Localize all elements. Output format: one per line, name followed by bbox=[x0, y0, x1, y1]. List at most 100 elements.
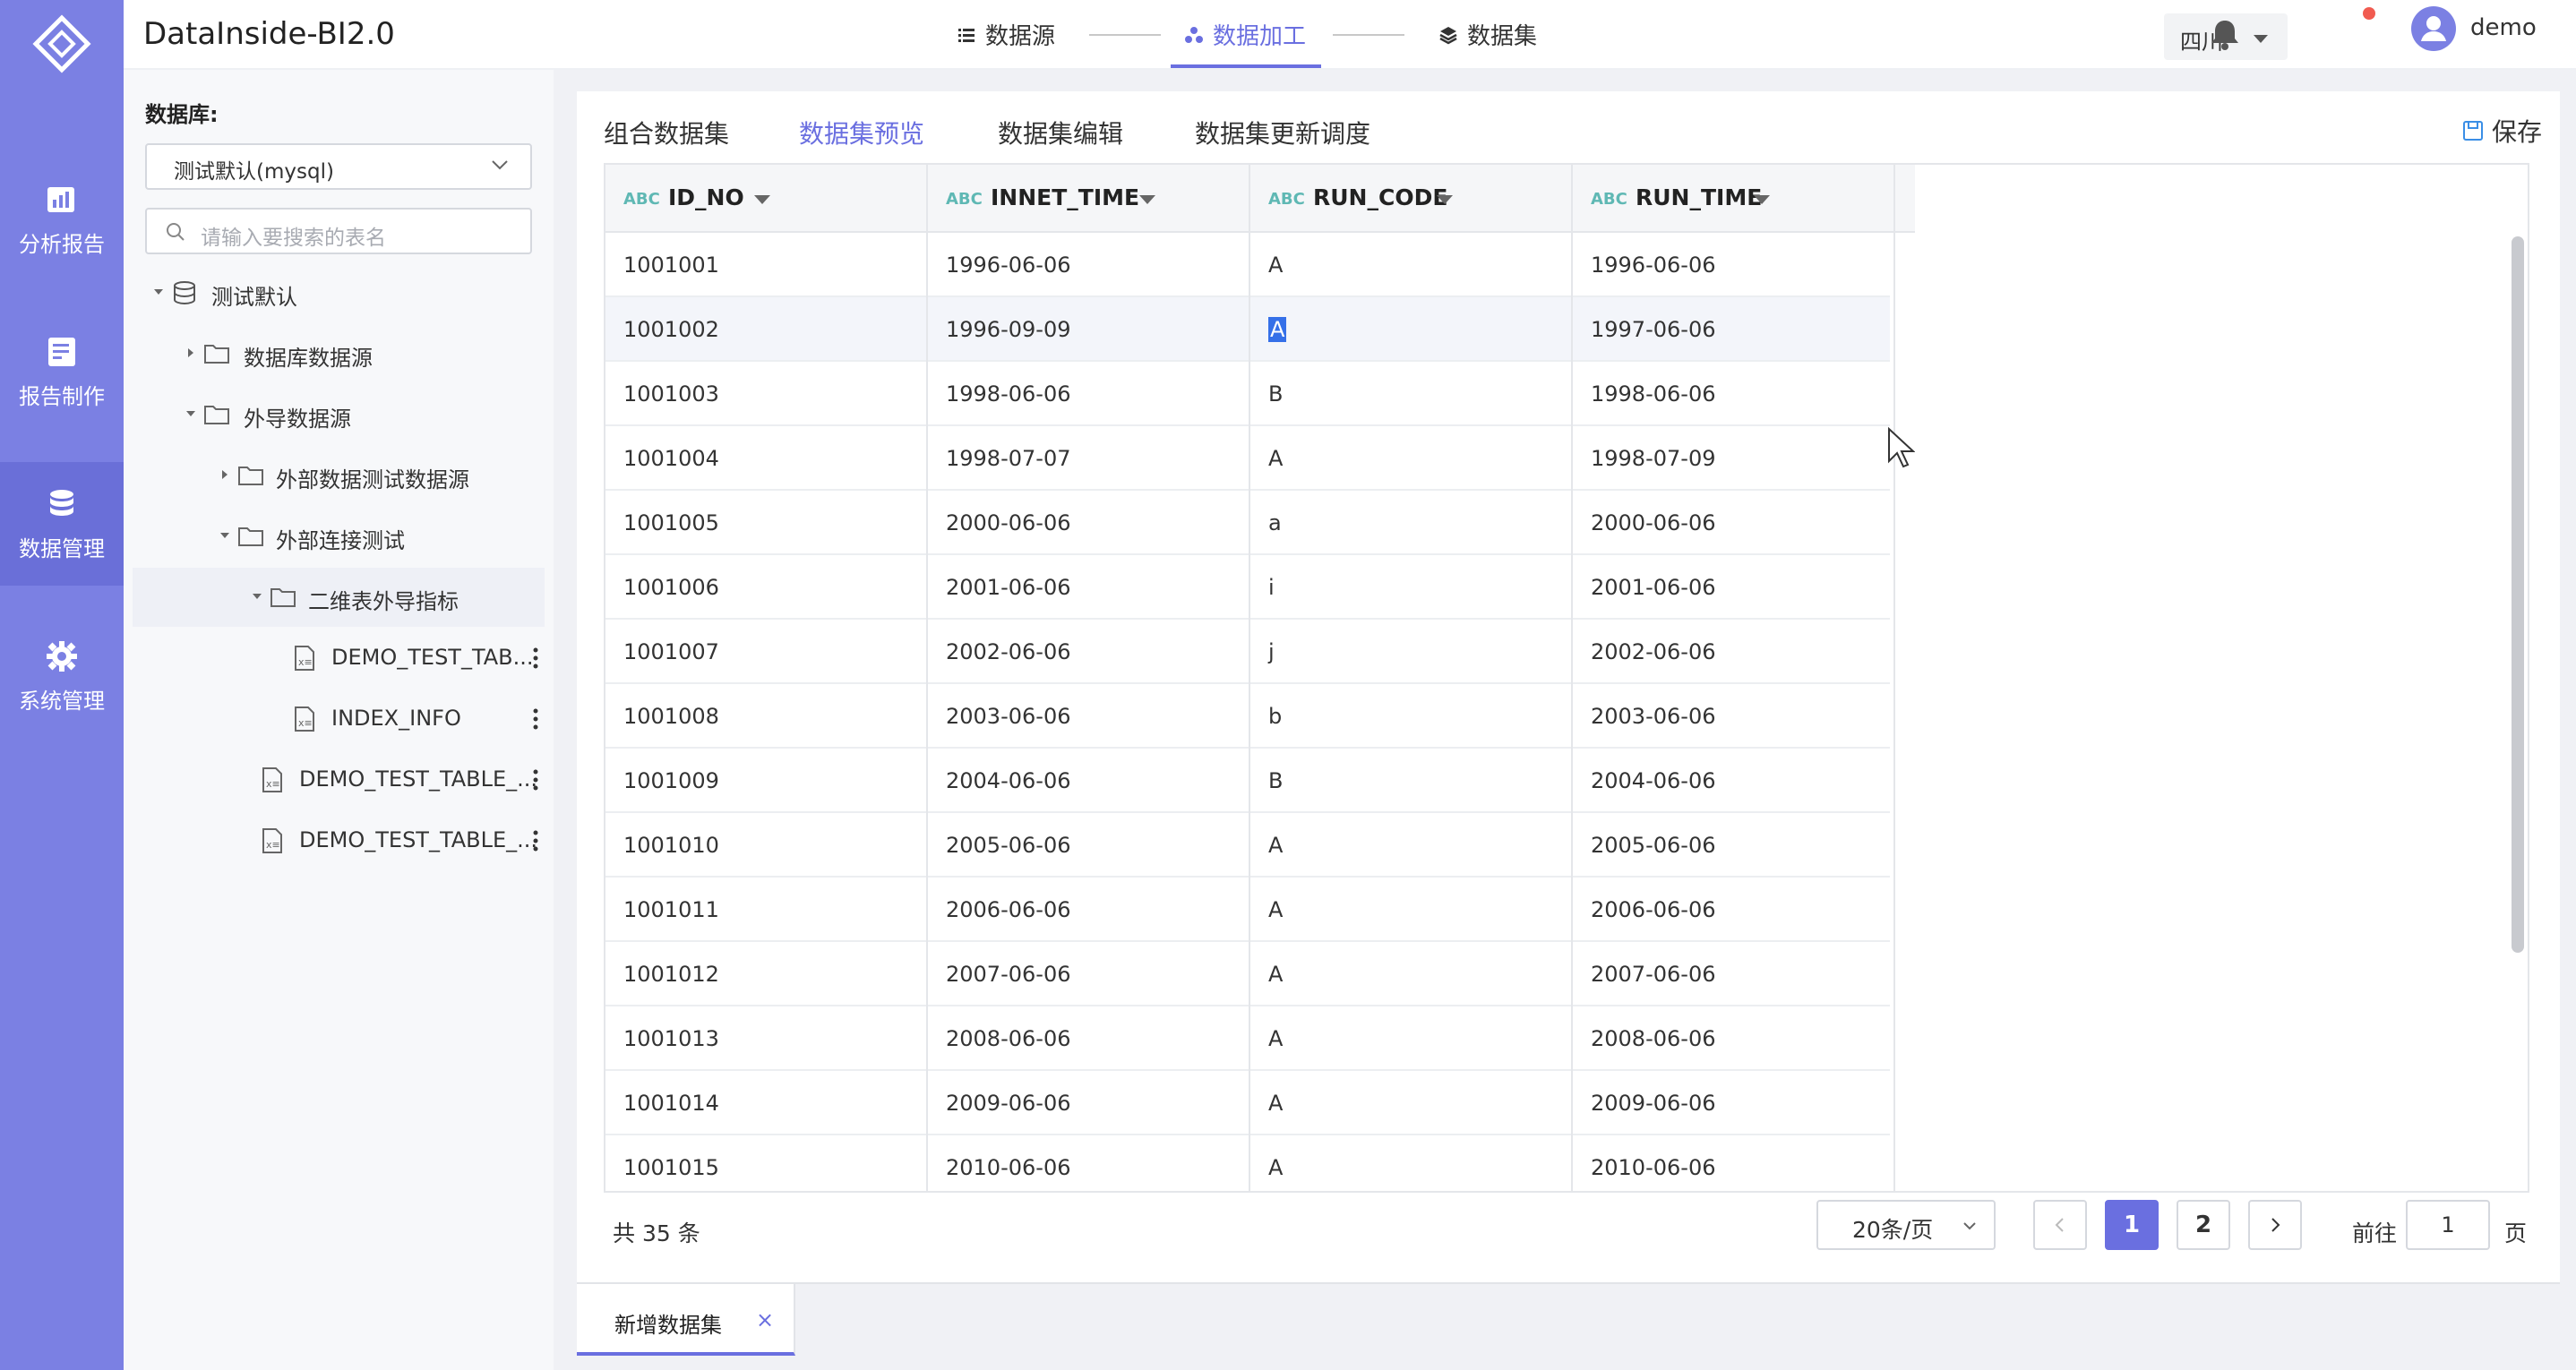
tree-node-table[interactable]: x≡ DEMO_TEST_TAB... bbox=[133, 629, 545, 688]
rail-item-data-management[interactable]: 数据管理 bbox=[0, 462, 124, 586]
table-row[interactable]: 1001008 2003-06-06 b 2003-06-06 bbox=[605, 684, 1895, 749]
caret-down-icon[interactable] bbox=[1139, 195, 1155, 204]
tree-node-folder-selected[interactable]: 二维表外导指标 bbox=[133, 568, 545, 627]
page-button-2[interactable]: 2 bbox=[2177, 1200, 2230, 1250]
table-cell[interactable]: 2005-06-06 bbox=[1573, 813, 1895, 878]
table-cell[interactable]: 1001008 bbox=[605, 684, 928, 749]
page-size-select[interactable]: 20条/页 bbox=[1816, 1200, 1996, 1250]
table-row[interactable]: 1001006 2001-06-06 i 2001-06-06 bbox=[605, 555, 1895, 620]
table-search-input[interactable]: 请输入要搜索的表名 bbox=[145, 208, 532, 254]
close-icon[interactable]: × bbox=[756, 1307, 774, 1332]
table-cell[interactable]: b bbox=[1250, 684, 1573, 749]
table-cell[interactable]: i bbox=[1250, 555, 1573, 620]
table-cell[interactable]: 2003-06-06 bbox=[1573, 684, 1895, 749]
table-cell[interactable]: 1001014 bbox=[605, 1071, 928, 1135]
avatar[interactable] bbox=[2411, 6, 2456, 51]
table-cell[interactable]: 1001001 bbox=[605, 233, 928, 297]
table-cell[interactable]: 2001-06-06 bbox=[1573, 555, 1895, 620]
tab-dataset-preview[interactable]: 数据集预览 bbox=[799, 115, 924, 150]
table-cell[interactable]: A bbox=[1250, 878, 1573, 942]
table-cell[interactable]: 1001009 bbox=[605, 749, 928, 813]
more-vertical-icon[interactable] bbox=[532, 645, 539, 672]
column-header-run-time[interactable]: ABC RUN_TIME bbox=[1573, 165, 1895, 233]
tab-update-schedule[interactable]: 数据集更新调度 bbox=[1195, 115, 1370, 150]
table-row[interactable]: 1001005 2000-06-06 a 2000-06-06 bbox=[605, 491, 1895, 555]
save-button[interactable]: 保存 bbox=[2461, 113, 2542, 149]
table-cell[interactable]: a bbox=[1250, 491, 1573, 555]
table-cell[interactable]: A bbox=[1250, 813, 1573, 878]
table-cell[interactable]: j bbox=[1250, 620, 1573, 684]
table-cell[interactable]: A bbox=[1250, 426, 1573, 491]
table-cell[interactable]: 1998-06-06 bbox=[928, 362, 1250, 426]
table-cell[interactable]: A bbox=[1250, 1071, 1573, 1135]
table-cell[interactable]: 2009-06-06 bbox=[1573, 1071, 1895, 1135]
table-row[interactable]: 1001002 1996-09-09 A 1997-06-06 bbox=[605, 297, 1895, 362]
table-cell[interactable]: 2008-06-06 bbox=[1573, 1006, 1895, 1071]
table-cell[interactable]: 1001003 bbox=[605, 362, 928, 426]
bell-icon[interactable] bbox=[2207, 16, 2243, 52]
table-cell[interactable]: 1998-06-06 bbox=[1573, 362, 1895, 426]
table-cell[interactable]: B bbox=[1250, 749, 1573, 813]
table-cell[interactable]: 2010-06-06 bbox=[928, 1135, 1250, 1191]
username[interactable]: demo bbox=[2470, 14, 2537, 41]
rail-item-report-edit[interactable]: 报告制作 bbox=[0, 310, 124, 433]
tree-node-folder[interactable]: 数据库数据源 bbox=[133, 324, 545, 383]
tab-combined-dataset[interactable]: 组合数据集 bbox=[604, 115, 729, 150]
table-cell[interactable]: 2002-06-06 bbox=[928, 620, 1250, 684]
table-row[interactable]: 1001007 2002-06-06 j 2002-06-06 bbox=[605, 620, 1895, 684]
caret-down-icon[interactable] bbox=[1437, 195, 1453, 204]
table-cell[interactable]: 2000-06-06 bbox=[928, 491, 1250, 555]
caret-down-icon[interactable] bbox=[154, 289, 163, 295]
database-select[interactable]: 测试默认(mysql) bbox=[145, 143, 532, 190]
caret-down-icon[interactable] bbox=[754, 195, 770, 204]
caret-right-icon[interactable] bbox=[188, 348, 193, 357]
tree-node-table[interactable]: x≡ DEMO_TEST_TABLE_... bbox=[133, 750, 545, 809]
caret-down-icon[interactable] bbox=[1754, 195, 1770, 204]
caret-down-icon[interactable] bbox=[186, 411, 195, 416]
table-cell[interactable]: 2007-06-06 bbox=[928, 942, 1250, 1006]
table-cell[interactable]: 2010-06-06 bbox=[1573, 1135, 1895, 1191]
table-row[interactable]: 1001012 2007-06-06 A 2007-06-06 bbox=[605, 942, 1895, 1006]
table-cell[interactable]: A bbox=[1250, 297, 1573, 362]
table-cell[interactable]: 2008-06-06 bbox=[928, 1006, 1250, 1071]
table-cell[interactable]: B bbox=[1250, 362, 1573, 426]
table-cell[interactable]: A bbox=[1250, 1006, 1573, 1071]
more-vertical-icon[interactable] bbox=[532, 766, 539, 793]
table-cell[interactable]: 2004-06-06 bbox=[928, 749, 1250, 813]
next-page-button[interactable] bbox=[2248, 1200, 2302, 1250]
bottom-tab-new-dataset[interactable]: 新增数据集 × bbox=[577, 1284, 795, 1356]
step-data-source[interactable]: 数据源 bbox=[957, 18, 1055, 51]
prev-page-button[interactable] bbox=[2033, 1200, 2087, 1250]
table-cell[interactable]: 1998-07-09 bbox=[1573, 426, 1895, 491]
tree-node-table[interactable]: x≡ DEMO_TEST_TABLE_... bbox=[133, 811, 545, 870]
table-cell[interactable]: 1001006 bbox=[605, 555, 928, 620]
tree-node-folder[interactable]: 外部数据测试数据源 bbox=[133, 446, 545, 505]
table-row[interactable]: 1001011 2006-06-06 A 2006-06-06 bbox=[605, 878, 1895, 942]
table-row[interactable]: 1001003 1998-06-06 B 1998-06-06 bbox=[605, 362, 1895, 426]
table-cell[interactable]: 1001011 bbox=[605, 878, 928, 942]
tree-node-folder[interactable]: 外部连接测试 bbox=[133, 507, 545, 566]
table-row[interactable]: 1001015 2010-06-06 A 2010-06-06 bbox=[605, 1135, 1895, 1191]
column-header-id-no[interactable]: ABC ID_NO bbox=[605, 165, 928, 233]
table-cell[interactable]: 2003-06-06 bbox=[928, 684, 1250, 749]
table-row[interactable]: 1001013 2008-06-06 A 2008-06-06 bbox=[605, 1006, 1895, 1071]
column-header-run-code[interactable]: ABC RUN_CODE bbox=[1250, 165, 1573, 233]
table-row[interactable]: 1001009 2004-06-06 B 2004-06-06 bbox=[605, 749, 1895, 813]
table-cell[interactable]: 1996-06-06 bbox=[1573, 233, 1895, 297]
page-button-1[interactable]: 1 bbox=[2105, 1200, 2159, 1250]
table-cell[interactable]: 1001002 bbox=[605, 297, 928, 362]
table-cell[interactable]: 1001010 bbox=[605, 813, 928, 878]
caret-right-icon[interactable] bbox=[222, 470, 228, 479]
column-header-innet-time[interactable]: ABC INNET_TIME bbox=[928, 165, 1250, 233]
table-row[interactable]: 1001014 2009-06-06 A 2009-06-06 bbox=[605, 1071, 1895, 1135]
table-cell[interactable]: 1997-06-06 bbox=[1573, 297, 1895, 362]
table-cell[interactable]: 2007-06-06 bbox=[1573, 942, 1895, 1006]
table-cell[interactable]: 2002-06-06 bbox=[1573, 620, 1895, 684]
step-dataset[interactable]: 数据集 bbox=[1438, 18, 1537, 51]
more-vertical-icon[interactable] bbox=[532, 706, 539, 732]
table-cell[interactable]: 1001012 bbox=[605, 942, 928, 1006]
table-cell[interactable]: 2009-06-06 bbox=[928, 1071, 1250, 1135]
tab-dataset-edit[interactable]: 数据集编辑 bbox=[998, 115, 1123, 150]
table-cell[interactable]: 2006-06-06 bbox=[1573, 878, 1895, 942]
goto-page-input[interactable] bbox=[2406, 1200, 2490, 1250]
